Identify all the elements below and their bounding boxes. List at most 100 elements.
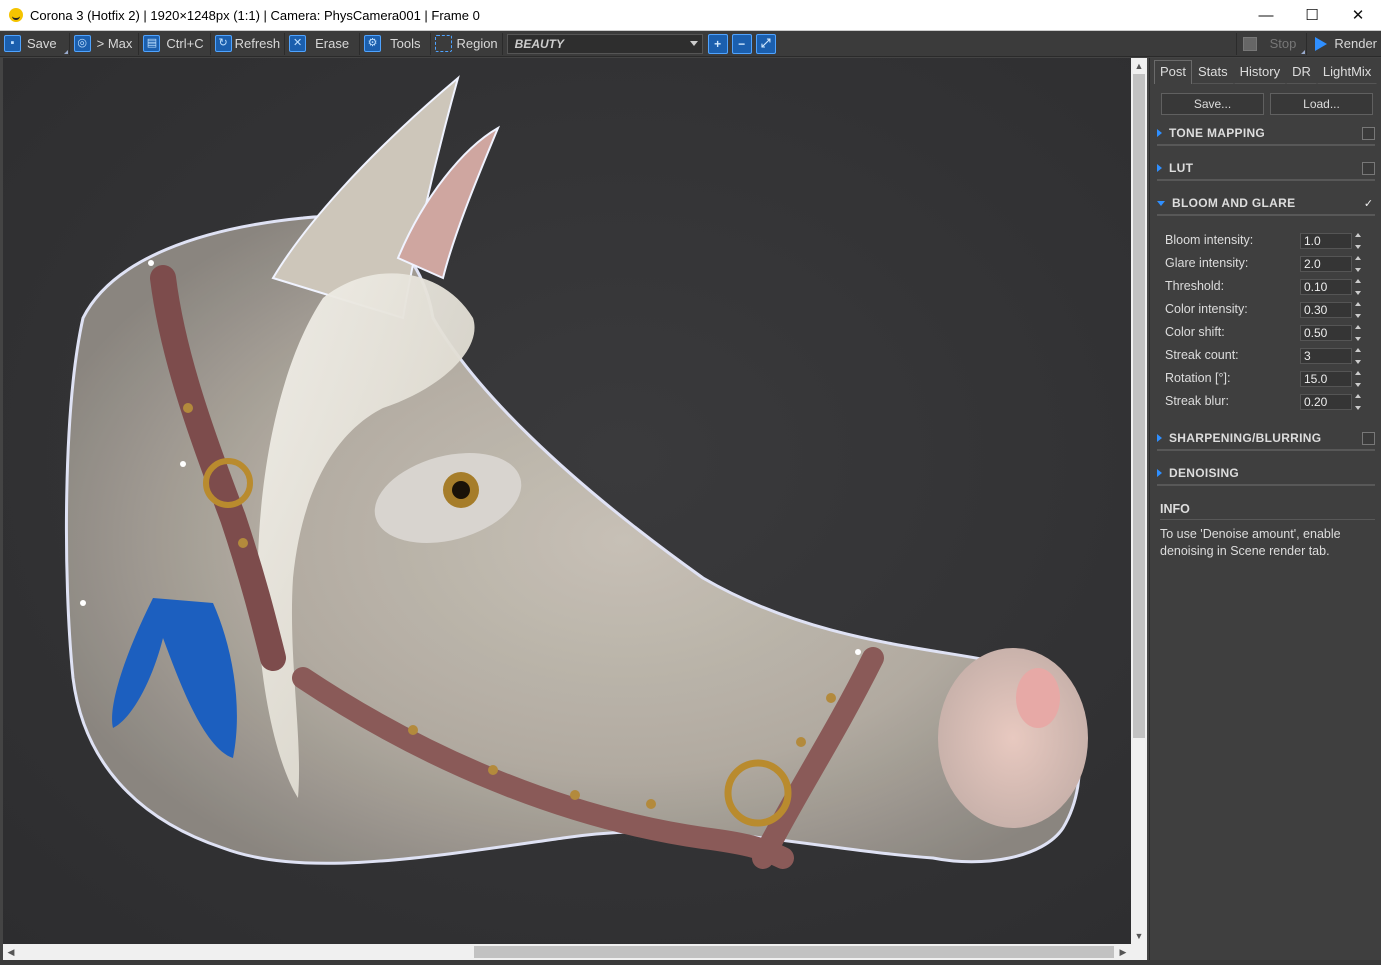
section-sharpening[interactable]: SHARPENING/BLURRING <box>1157 427 1375 451</box>
section-label: DENOISING <box>1169 466 1240 480</box>
streak-blur-input[interactable]: 0.20 <box>1300 393 1352 410</box>
dropdown-corner-icon <box>1301 49 1306 54</box>
param-label: Glare intensity: <box>1165 255 1249 270</box>
save-button[interactable]: ▪ Save <box>0 32 70 55</box>
window-title: Corona 3 (Hotfix 2) | 1920×1248px (1:1) … <box>30 7 480 23</box>
horizontal-scroll-thumb[interactable] <box>474 946 1114 958</box>
rendered-image <box>64 75 1088 869</box>
load-settings-button[interactable]: Load... <box>1270 93 1373 115</box>
save-label: Save <box>27 36 57 51</box>
streak-count-input[interactable]: 3 <box>1300 347 1352 364</box>
tab-history[interactable]: History <box>1233 60 1287 84</box>
tab-stats[interactable]: Stats <box>1192 60 1234 84</box>
section-label: BLOOM AND GLARE <box>1172 196 1296 210</box>
render-label: Render <box>1334 36 1377 51</box>
play-icon <box>1315 36 1328 51</box>
section-label: LUT <box>1169 161 1194 175</box>
param-streak-blur: Streak blur: 0.20 <box>1165 389 1381 412</box>
spinner-icon[interactable] <box>1355 370 1363 387</box>
max-icon: ◎ <box>73 35 91 52</box>
param-label: Rotation [°]: <box>1165 370 1231 385</box>
region-label: Region <box>456 36 498 51</box>
zoom-fit-button[interactable]: ⤢ <box>755 33 776 54</box>
param-label: Bloom intensity: <box>1165 232 1254 247</box>
render-pass-value: BEAUTY <box>514 36 565 51</box>
minimize-button[interactable]: — <box>1243 0 1289 31</box>
save-settings-button[interactable]: Save... <box>1161 93 1264 115</box>
color-shift-input[interactable]: 0.50 <box>1300 324 1352 341</box>
param-label: Streak blur: <box>1165 393 1229 408</box>
section-bloom-glare[interactable]: BLOOM AND GLARE ✓ <box>1157 192 1375 216</box>
sharpening-checkbox[interactable] <box>1362 431 1375 445</box>
collapse-arrow-icon <box>1157 200 1165 206</box>
tools-label: Tools <box>390 36 421 51</box>
zoom-fit-icon: ⤢ <box>760 36 771 50</box>
copy-label: Ctrl+C <box>166 36 204 51</box>
section-tone-mapping[interactable]: TONE MAPPING <box>1157 122 1375 146</box>
tab-lightmix[interactable]: LightMix <box>1316 60 1378 84</box>
tab-dr[interactable]: DR <box>1286 60 1317 84</box>
scroll-right-icon[interactable]: ▶ <box>1115 944 1131 960</box>
max-label: > Max <box>96 36 133 51</box>
zoom-in-icon: + <box>714 36 722 51</box>
horse-head <box>64 215 1081 865</box>
spinner-icon[interactable] <box>1355 278 1363 295</box>
spinner-icon[interactable] <box>1355 393 1363 410</box>
expand-arrow-icon <box>1157 164 1162 172</box>
copy-button[interactable]: ▤ Ctrl+C <box>139 32 211 55</box>
stop-icon <box>1242 36 1257 51</box>
color-intensity-input[interactable]: 0.30 <box>1300 301 1352 318</box>
close-button[interactable]: ✕ <box>1335 0 1381 31</box>
vertical-scrollbar[interactable]: ▲ ▼ <box>1131 58 1147 944</box>
section-label: TONE MAPPING <box>1169 126 1266 140</box>
tone-mapping-checkbox[interactable] <box>1362 126 1375 140</box>
section-denoising[interactable]: DENOISING <box>1157 462 1375 486</box>
clipboard-icon: ▤ <box>143 35 161 52</box>
stop-button[interactable]: Stop <box>1235 32 1308 55</box>
glare-intensity-input[interactable]: 2.0 <box>1300 255 1352 272</box>
max-button[interactable]: ◎ > Max <box>70 32 140 55</box>
expand-arrow-icon <box>1157 434 1162 442</box>
spinner-icon[interactable] <box>1355 347 1363 364</box>
spinner-icon[interactable] <box>1355 255 1363 272</box>
spinner-icon[interactable] <box>1355 324 1363 341</box>
param-rotation: Rotation [°]: 15.0 <box>1165 366 1381 389</box>
erase-button[interactable]: ✕ Erase <box>285 32 361 55</box>
spinner-icon[interactable] <box>1355 232 1363 249</box>
bloom-glare-checkbox[interactable]: ✓ <box>1362 197 1375 210</box>
floppy-disk-icon: ▪ <box>4 35 21 52</box>
maximize-button[interactable]: ☐ <box>1289 0 1335 31</box>
vertical-scroll-thumb[interactable] <box>1133 74 1145 738</box>
param-color-intensity: Color intensity: 0.30 <box>1165 297 1381 320</box>
zoom-in-button[interactable]: + <box>707 33 728 54</box>
horizontal-scrollbar[interactable]: ◀ ▶ <box>3 944 1131 960</box>
scroll-down-icon[interactable]: ▼ <box>1131 928 1147 944</box>
scroll-up-icon[interactable]: ▲ <box>1131 58 1147 74</box>
corona-logo-icon <box>9 8 23 22</box>
info-heading: INFO <box>1160 498 1375 520</box>
render-viewport[interactable] <box>3 58 1131 944</box>
rotation-input[interactable]: 15.0 <box>1300 370 1352 387</box>
spinner-icon[interactable] <box>1355 301 1363 318</box>
render-button[interactable]: Render <box>1307 33 1381 55</box>
panel-tabs: Post Stats History DR LightMix <box>1154 60 1381 84</box>
threshold-input[interactable]: 0.10 <box>1300 278 1352 295</box>
tools-button[interactable]: ⚙ Tools <box>360 32 432 55</box>
region-button[interactable]: Region <box>431 32 503 55</box>
tab-post[interactable]: Post <box>1154 60 1193 84</box>
region-select-icon <box>435 35 453 52</box>
toolbar: ▪ Save ◎ > Max ▤ Ctrl+C ↻ Refresh ✕ Eras… <box>0 31 1381 57</box>
chevron-down-icon <box>689 41 698 46</box>
param-color-shift: Color shift: 0.50 <box>1165 320 1381 343</box>
lut-checkbox[interactable] <box>1362 161 1375 175</box>
refresh-label: Refresh <box>234 36 281 51</box>
zoom-out-icon: − <box>738 36 746 51</box>
section-lut[interactable]: LUT <box>1157 157 1375 181</box>
bloom-intensity-input[interactable]: 1.0 <box>1300 232 1352 249</box>
zoom-out-button[interactable]: − <box>731 33 752 54</box>
scroll-left-icon[interactable]: ◀ <box>3 944 19 960</box>
param-label: Streak count: <box>1165 347 1239 362</box>
refresh-button[interactable]: ↻ Refresh <box>211 32 286 55</box>
render-pass-dropdown[interactable]: BEAUTY <box>506 33 703 54</box>
refresh-icon: ↻ <box>214 35 232 52</box>
